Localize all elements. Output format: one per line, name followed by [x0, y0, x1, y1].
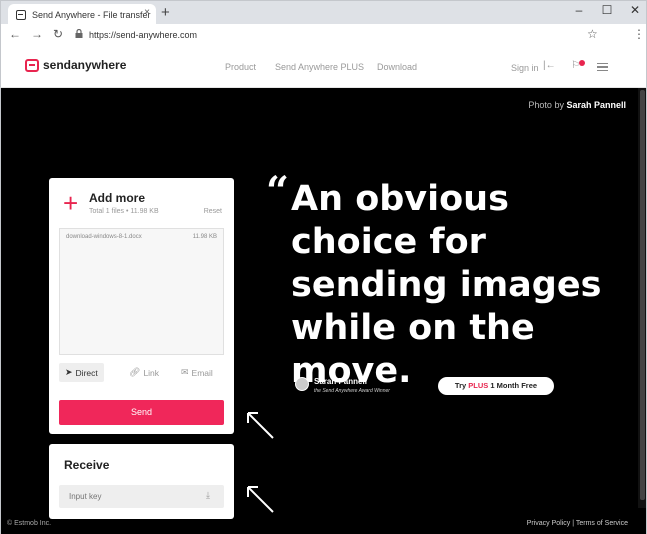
- add-files-plus-icon[interactable]: +: [63, 190, 78, 216]
- total-files-summary: Total 1 files • 11.98 KB: [89, 208, 159, 215]
- author-subtitle: the Send Anywhere Award Winner: [314, 388, 390, 394]
- browser-tab[interactable]: Send Anywhere - File transfer ×: [8, 4, 156, 25]
- forward-arrow-icon[interactable]: →: [31, 27, 43, 41]
- author-avatar: [295, 377, 309, 391]
- input-key-field[interactable]: [59, 485, 224, 508]
- browser-tab-bar: Send Anywhere - File transfer × + – ☐ ✕: [0, 0, 647, 25]
- privacy-policy-link[interactable]: Privacy Policy: [527, 520, 571, 527]
- maximize-button[interactable]: ☐: [597, 3, 617, 17]
- new-tab-button[interactable]: +: [161, 4, 170, 21]
- file-name: download-windows-8-1.docx: [66, 234, 142, 240]
- send-button[interactable]: Send: [59, 400, 224, 425]
- tab-close-icon[interactable]: ×: [144, 7, 150, 18]
- reset-button[interactable]: Reset: [204, 208, 222, 215]
- file-list: download-windows-8-1.docx 11.98 KB: [59, 228, 224, 355]
- hero-headline: An obvious choice for sending images whi…: [291, 179, 602, 391]
- try-plus-button[interactable]: Try PLUS 1 Month Free: [438, 377, 554, 395]
- bookmark-star-icon[interactable]: ☆: [587, 27, 598, 41]
- hero-section: Photo by Sarah Pannell + Add more Total …: [0, 88, 647, 534]
- notification-badge: [579, 60, 585, 66]
- file-size: 11.98 KB: [192, 234, 217, 240]
- mode-direct-tab[interactable]: ➤ Direct: [59, 363, 104, 382]
- browser-menu-icon[interactable]: ⋮: [633, 27, 645, 41]
- receive-title: Receive: [64, 458, 110, 472]
- download-icon[interactable]: ⤓: [206, 490, 210, 501]
- annotation-arrow-send: [247, 412, 274, 439]
- nav-plus[interactable]: Send Anywhere PLUS: [275, 62, 364, 72]
- address-bar[interactable]: https://send-anywhere.com: [89, 30, 197, 40]
- mode-email-tab[interactable]: ✉ Email: [181, 367, 213, 378]
- site-favicon-icon: [16, 9, 26, 20]
- author-name: Sarah Pannell: [314, 377, 367, 386]
- copyright-text: © Estmob Inc.: [7, 520, 52, 527]
- page-scrollbar-thumb[interactable]: [640, 90, 645, 500]
- link-icon: 🔗︎: [129, 367, 141, 377]
- close-window-button[interactable]: ✕: [625, 3, 645, 17]
- footer-links: Privacy Policy | Terms of Service: [526, 520, 628, 527]
- browser-toolbar: ← → ↻ https://send-anywhere.com ☆ ⋮: [0, 24, 647, 46]
- lock-icon: [75, 29, 83, 38]
- email-icon: ✉: [181, 367, 189, 377]
- signin-icon[interactable]: |←: [543, 60, 556, 71]
- quote-mark-icon: “: [266, 168, 290, 215]
- signin-link[interactable]: Sign in: [511, 63, 539, 73]
- receive-card: Receive ⤓: [49, 444, 234, 519]
- nav-download[interactable]: Download: [377, 62, 417, 72]
- paper-plane-icon: ➤: [65, 367, 73, 377]
- photo-credit: Photo by Sarah Pannell: [528, 100, 626, 110]
- add-more-button[interactable]: Add more: [89, 191, 145, 205]
- site-header: sendanywhere Product Send Anywhere PLUS …: [0, 46, 647, 88]
- annotation-arrow-receive: [247, 486, 274, 513]
- upload-card: + Add more Total 1 files • 11.98 KB Rese…: [49, 178, 234, 434]
- tab-title: Send Anywhere - File transfer: [32, 9, 151, 20]
- nav-product[interactable]: Product: [225, 62, 256, 72]
- reload-icon[interactable]: ↻: [53, 27, 63, 41]
- back-arrow-icon[interactable]: ←: [9, 27, 21, 41]
- hamburger-menu-icon[interactable]: [597, 63, 608, 71]
- minimize-button[interactable]: –: [569, 3, 589, 17]
- logo-icon: [25, 58, 39, 72]
- terms-link[interactable]: Terms of Service: [576, 520, 628, 527]
- logo-text: sendanywhere: [43, 58, 127, 72]
- mode-link-tab[interactable]: 🔗︎ Link: [129, 367, 159, 378]
- site-logo[interactable]: sendanywhere: [25, 58, 126, 72]
